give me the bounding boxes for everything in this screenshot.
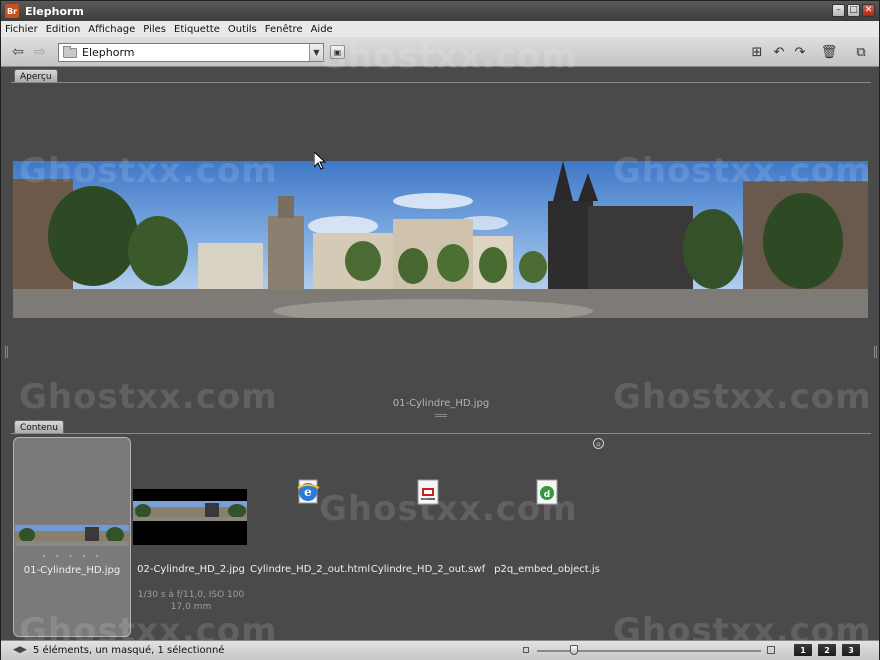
thumbnail-image xyxy=(15,525,129,546)
rotate-left-icon[interactable]: ↶ xyxy=(771,45,787,60)
chevron-down-icon[interactable]: ▼ xyxy=(309,44,323,61)
toolbar: ⇦ ⇨ Elephorm ▼ ▣ ⊞ ↶ ↷ 🗑 ⧉ xyxy=(1,37,879,67)
content-item[interactable]: e Cylindre_HD_2_out.html xyxy=(250,437,371,637)
left-panel-grip[interactable] xyxy=(5,346,8,358)
item-exposure: 1/30 s à f/11,0, ISO 100 xyxy=(137,590,245,600)
content-item[interactable]: d p2q_embed_object.js xyxy=(488,437,606,637)
toggle-panels-icon[interactable]: ◀▶ xyxy=(13,645,27,655)
menu-fichier[interactable]: Fichier xyxy=(1,24,42,35)
menu-etiquette[interactable]: Etiquette xyxy=(170,24,224,35)
back-arrow-icon[interactable]: ⇦ xyxy=(9,44,27,60)
panel-divider xyxy=(11,433,871,434)
item-focal-length: 17,0 mm xyxy=(170,602,212,612)
panel-splitter[interactable] xyxy=(435,414,447,417)
workspace-2-button[interactable]: 2 xyxy=(818,644,836,656)
item-filename: Cylindre_HD_2_out.swf xyxy=(370,564,486,575)
mouse-pointer-icon xyxy=(313,150,327,173)
reveal-folder-button[interactable]: ▣ xyxy=(330,45,345,59)
right-panel-grip[interactable] xyxy=(874,346,877,358)
tab-apercu[interactable]: Aperçu xyxy=(14,69,58,83)
rotate-right-icon[interactable]: ↷ xyxy=(792,45,808,60)
workspace-3-button[interactable]: 3 xyxy=(842,644,860,656)
maximize-button[interactable]: □ xyxy=(847,4,860,17)
title-bar[interactable]: Br Elephorm – □ ✕ xyxy=(1,1,879,21)
panel-divider xyxy=(11,82,871,83)
new-folder-icon[interactable]: ⊞ xyxy=(749,45,765,60)
app-window: Br Elephorm – □ ✕ Fichier Edition Affich… xyxy=(0,0,880,660)
workspace-1-button[interactable]: 1 xyxy=(794,644,812,656)
ie-html-icon: e xyxy=(297,479,320,505)
content-item[interactable]: • • • • • 01-Cylindre_HD.jpg xyxy=(13,437,131,637)
path-label: Elephorm xyxy=(82,46,135,59)
minimize-button[interactable]: – xyxy=(832,4,845,17)
rating-dots[interactable]: • • • • • xyxy=(14,552,130,561)
zoom-in-icon[interactable] xyxy=(767,646,775,654)
folder-icon xyxy=(63,45,77,58)
forward-arrow-icon[interactable]: ⇨ xyxy=(31,44,49,60)
close-button[interactable]: ✕ xyxy=(862,4,875,17)
path-dropdown[interactable]: Elephorm ▼ xyxy=(58,43,324,62)
item-filename: p2q_embed_object.js xyxy=(494,564,600,575)
menu-fenetre[interactable]: Fenêtre xyxy=(261,24,307,35)
menu-piles[interactable]: Piles xyxy=(139,24,170,35)
menu-aide[interactable]: Aide xyxy=(307,24,337,35)
slider-handle[interactable] xyxy=(570,645,578,655)
menu-outils[interactable]: Outils xyxy=(224,24,261,35)
content-item[interactable]: 02-Cylindre_HD_2.jpg 1/30 s à f/11,0, IS… xyxy=(132,437,250,637)
item-filename: 02-Cylindre_HD_2.jpg xyxy=(137,564,245,575)
item-filename: Cylindre_HD_2_out.html xyxy=(250,564,371,575)
tab-apercu-label: Aperçu xyxy=(20,71,52,82)
js-file-icon: d xyxy=(536,479,558,505)
status-bar: ◀▶ 5 éléments, un masqué, 1 sélectionné … xyxy=(1,640,879,660)
watermark-text: Ghostxx.com xyxy=(19,377,278,417)
thumbnail-image xyxy=(133,489,247,545)
zoom-out-icon[interactable] xyxy=(523,647,529,653)
menu-bar: Fichier Edition Affichage Piles Etiquett… xyxy=(1,21,879,37)
bridge-logo-icon: Br xyxy=(5,4,19,18)
swf-file-icon xyxy=(417,479,439,505)
window-controls: – □ ✕ xyxy=(832,4,875,17)
watermark-text: Ghostxx.com xyxy=(613,377,872,417)
compact-mode-icon[interactable]: ⧉ xyxy=(853,45,869,60)
menu-edition[interactable]: Edition xyxy=(42,24,85,35)
window-title: Elephorm xyxy=(25,4,84,18)
status-text: 5 éléments, un masqué, 1 sélectionné xyxy=(33,645,225,656)
item-filename: 01-Cylindre_HD.jpg xyxy=(23,565,121,576)
tab-contenu[interactable]: Contenu xyxy=(14,420,64,434)
preview-image xyxy=(13,161,868,318)
svg-text:d: d xyxy=(544,490,550,500)
content-item[interactable]: Cylindre_HD_2_out.swf xyxy=(369,437,487,637)
menu-affichage[interactable]: Affichage xyxy=(84,24,139,35)
svg-text:e: e xyxy=(304,485,312,499)
trash-icon[interactable]: 🗑 xyxy=(821,45,838,60)
preview-filename: 01-Cylindre_HD.jpg xyxy=(392,398,490,409)
tab-contenu-label: Contenu xyxy=(20,422,58,433)
